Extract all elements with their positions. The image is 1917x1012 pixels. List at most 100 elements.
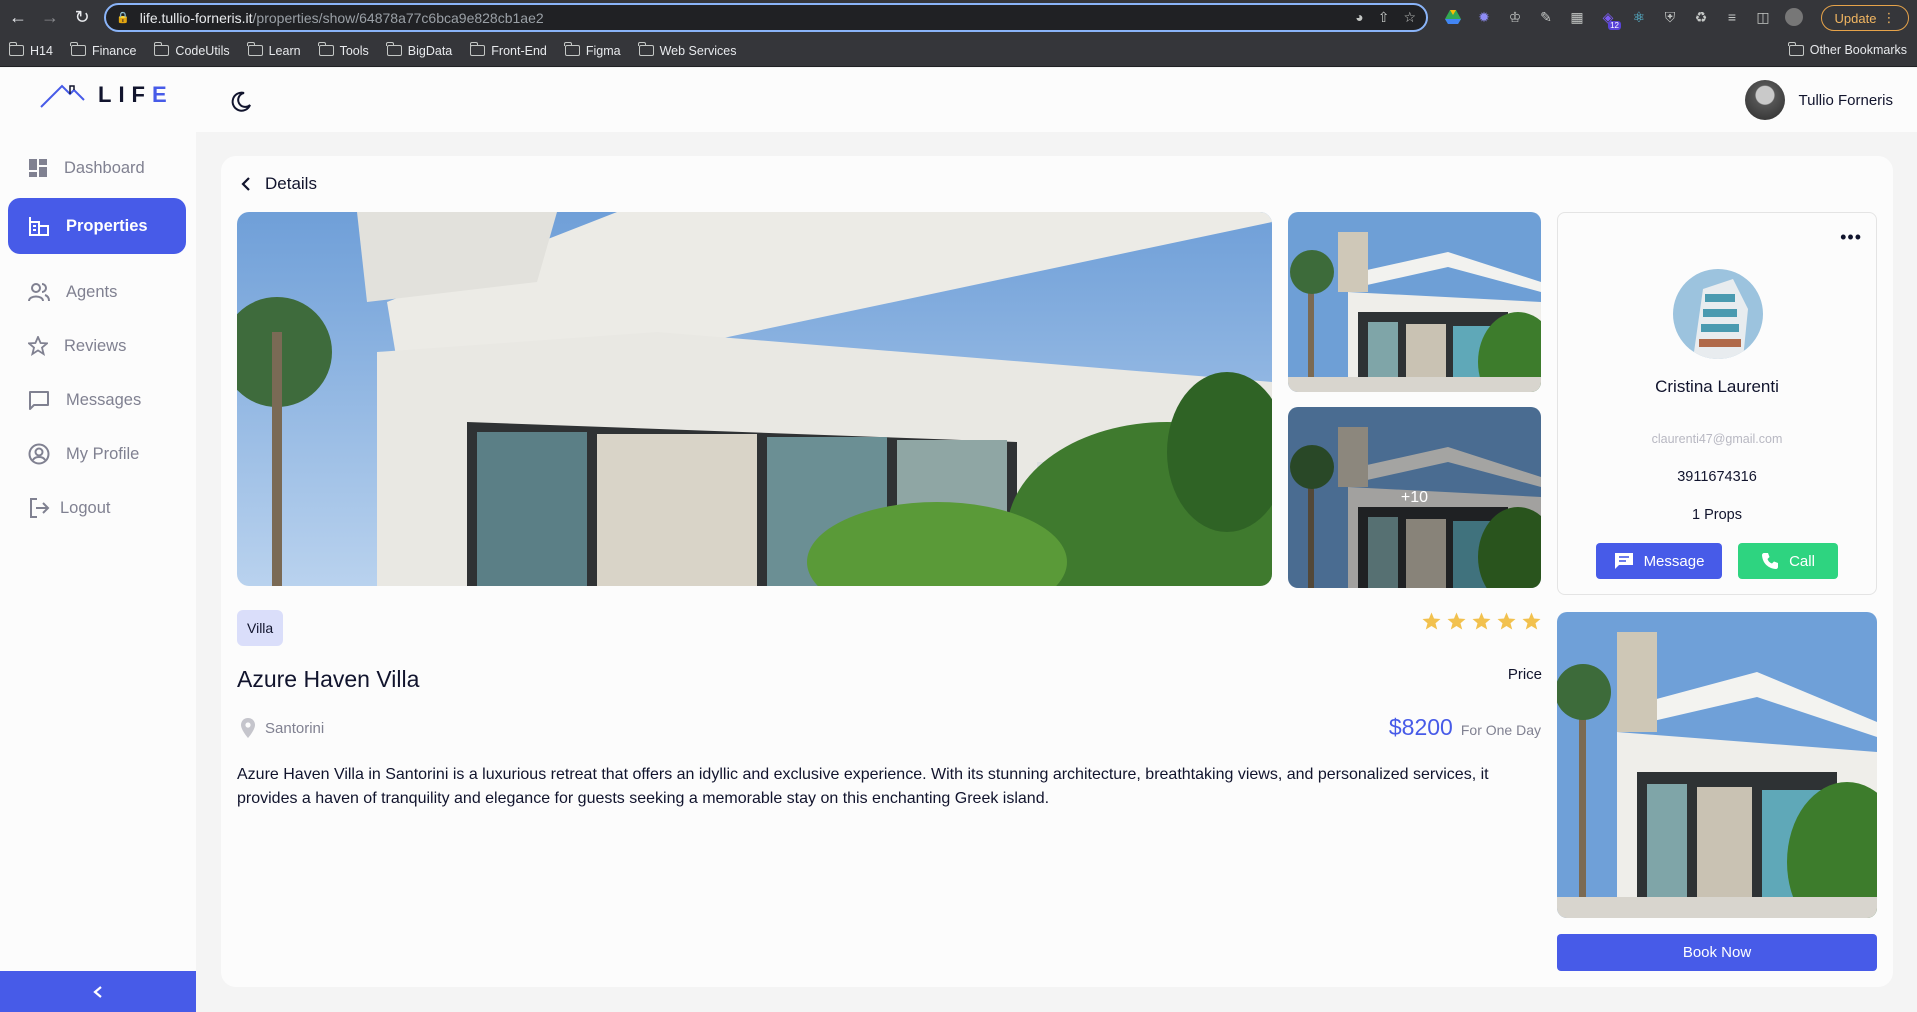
chevron-left-icon bbox=[241, 177, 250, 191]
agent-card: ••• Cristina Laurenti claurenti47@gmail.… bbox=[1557, 212, 1877, 595]
logo-text-accent: E bbox=[152, 82, 174, 107]
folder-icon bbox=[247, 42, 263, 56]
logo-text: LIFE bbox=[98, 82, 174, 108]
back-navigation[interactable]: Details bbox=[241, 174, 317, 194]
sidebar-item-label: Messages bbox=[66, 390, 142, 409]
sidebar: Dashboard Properties Agents Reviews Mess… bbox=[0, 132, 196, 1012]
folder-icon bbox=[1788, 41, 1804, 56]
other-bookmarks-label: Other Bookmarks bbox=[1809, 43, 1907, 57]
folder-icon bbox=[318, 42, 334, 56]
folder-icon bbox=[386, 42, 402, 56]
star-icon bbox=[1522, 612, 1541, 630]
bookmark-label: Figma bbox=[585, 43, 621, 58]
message-button[interactable]: Message bbox=[1596, 543, 1722, 579]
properties-icon bbox=[29, 217, 49, 236]
url-path: /properties/show/64878a77c6bca9e828cb1ae… bbox=[252, 9, 544, 26]
bookmark-folder[interactable]: Front-End bbox=[469, 42, 547, 58]
bookmark-label: Front-End bbox=[491, 43, 547, 58]
profile-icon bbox=[28, 443, 50, 465]
reload-icon[interactable]: ↻ bbox=[69, 4, 95, 30]
location-label: Santorini bbox=[265, 719, 325, 737]
bookmark-label: Learn bbox=[268, 43, 301, 58]
share-icon[interactable]: ⇧ bbox=[1378, 9, 1390, 26]
sidebar-item-label: Reviews bbox=[64, 336, 127, 355]
update-button[interactable]: Update ⋮ bbox=[1821, 5, 1909, 31]
moon-icon bbox=[231, 91, 251, 112]
user-menu[interactable]: Tullio Forneris bbox=[1744, 80, 1893, 120]
bookmark-label: Finance bbox=[91, 43, 137, 58]
bookmark-folder[interactable]: Figma bbox=[564, 42, 621, 58]
puzzle-icon[interactable]: ♻ bbox=[1690, 6, 1712, 28]
sidebar-item-agents[interactable]: Agents bbox=[8, 264, 186, 320]
logout-icon bbox=[30, 498, 50, 518]
profile-avatar-icon[interactable] bbox=[1783, 6, 1805, 28]
main-property-image[interactable] bbox=[237, 212, 1272, 586]
star-icon bbox=[1497, 612, 1516, 630]
sidebar-item-label: Logout bbox=[60, 498, 111, 517]
app-header: LIFE Tullio Forneris bbox=[0, 68, 1917, 132]
sidebar-item-reviews[interactable]: Reviews bbox=[8, 318, 186, 374]
sidebar-item-messages[interactable]: Messages bbox=[8, 372, 186, 428]
book-now-label: Book Now bbox=[1682, 944, 1752, 961]
gear-extension-icon[interactable]: ✹ bbox=[1473, 6, 1495, 28]
sidebar-collapse-button[interactable] bbox=[0, 971, 196, 1012]
book-now-button[interactable]: Book Now bbox=[1557, 934, 1877, 971]
sidebar-item-my-profile[interactable]: My Profile bbox=[8, 426, 186, 482]
price-label: Price bbox=[1507, 666, 1542, 683]
more-photos-count: +10 bbox=[1400, 488, 1429, 506]
folder-icon bbox=[638, 42, 654, 56]
sidebar-item-properties[interactable]: Properties bbox=[8, 198, 186, 254]
bookmark-folder[interactable]: Tools bbox=[318, 42, 369, 58]
gallery-more-photos[interactable]: +10 bbox=[1288, 407, 1541, 588]
dark-mode-toggle[interactable] bbox=[228, 88, 254, 114]
call-button[interactable]: Call bbox=[1738, 543, 1838, 579]
rating-stars bbox=[1422, 612, 1541, 630]
drive-icon[interactable] bbox=[1442, 6, 1464, 28]
react-icon[interactable]: ⚛ bbox=[1628, 6, 1650, 28]
page-title: Details bbox=[265, 174, 317, 193]
badge-extension-icon[interactable]: ◈ 12 bbox=[1597, 6, 1621, 30]
price-unit: For One Day bbox=[1460, 722, 1541, 738]
more-photos-overlay: +10 bbox=[1288, 407, 1541, 588]
star-outline-icon bbox=[28, 336, 48, 356]
property-title: Azure Haven Villa bbox=[237, 666, 420, 692]
bookmark-folder[interactable]: Web Services bbox=[638, 42, 737, 58]
bookmark-folder[interactable]: Learn bbox=[247, 42, 301, 58]
sidebar-item-dashboard[interactable]: Dashboard bbox=[8, 140, 186, 196]
house-logo-icon bbox=[40, 84, 85, 108]
side-panel-icon[interactable]: ◫ bbox=[1752, 6, 1774, 28]
more-options-icon[interactable]: ••• bbox=[1840, 227, 1862, 248]
agent-property-image[interactable] bbox=[1557, 612, 1877, 918]
speed-icon[interactable]: ◕ bbox=[1355, 9, 1363, 26]
agent-phone: 3911674316 bbox=[1677, 469, 1757, 485]
user-name: Tullio Forneris bbox=[1798, 91, 1893, 109]
sidebar-item-logout[interactable]: Logout bbox=[8, 480, 186, 536]
bookmark-label: CodeUtils bbox=[175, 43, 230, 58]
update-label: Update bbox=[1834, 10, 1877, 26]
folder-icon bbox=[8, 42, 24, 56]
address-bar[interactable]: 🔒 life.tullio-forneris.it/properties/sho… bbox=[104, 3, 1428, 32]
shield-icon[interactable]: ⛨ bbox=[1659, 6, 1681, 28]
price-value: $8200 bbox=[1388, 714, 1453, 740]
bookmark-folder[interactable]: Finance bbox=[70, 42, 137, 58]
pen-icon[interactable]: ✎ bbox=[1535, 6, 1557, 28]
other-bookmarks[interactable]: Other Bookmarks bbox=[1788, 41, 1907, 57]
dashboard-icon bbox=[29, 159, 47, 177]
media-list-icon[interactable]: ≡ bbox=[1721, 6, 1743, 28]
forward-arrow-icon[interactable]: → bbox=[37, 4, 63, 30]
box-icon[interactable]: ▦ bbox=[1566, 6, 1588, 28]
logo[interactable]: LIFE bbox=[40, 82, 174, 108]
gallery-thumbnail[interactable] bbox=[1288, 212, 1541, 392]
bookmark-folder[interactable]: BigData bbox=[386, 42, 452, 58]
bookmark-folder[interactable]: H14 bbox=[8, 42, 53, 58]
bookmark-label: Web Services bbox=[659, 43, 737, 58]
more-vert-icon: ⋮ bbox=[1882, 10, 1896, 25]
crown-icon[interactable]: ♔ bbox=[1504, 6, 1526, 28]
folder-icon bbox=[469, 42, 486, 56]
call-button-label: Call bbox=[1789, 552, 1815, 570]
bookmark-folder[interactable]: CodeUtils bbox=[153, 42, 230, 58]
star-icon bbox=[1472, 612, 1491, 630]
agent-avatar bbox=[1673, 269, 1763, 359]
bookmark-star-icon[interactable]: ☆ bbox=[1403, 9, 1416, 26]
back-arrow-icon[interactable]: ← bbox=[5, 4, 31, 30]
